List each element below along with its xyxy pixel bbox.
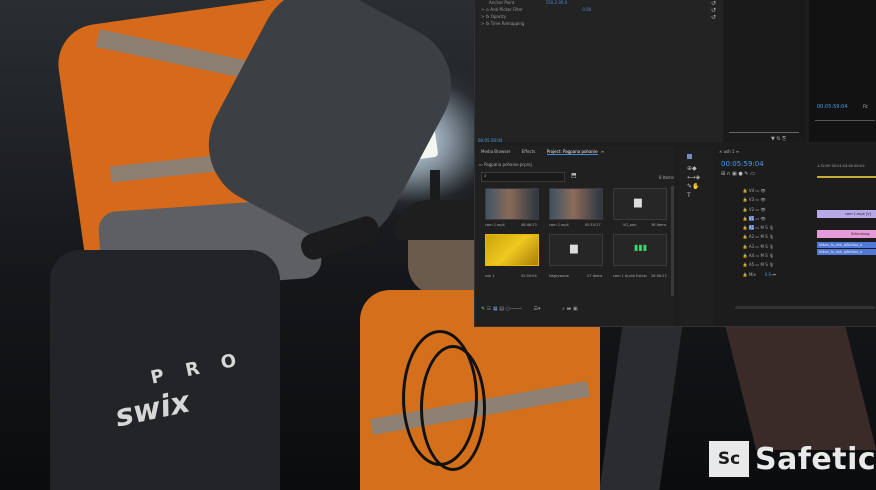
bin-thumbnail[interactable]: ▆ — [613, 188, 667, 220]
ruler-tick: 00:01:04:00 — [831, 164, 853, 168]
item-name: Nagrywane — [549, 274, 569, 278]
panel-menu-icon[interactable]: ≡ — [601, 149, 604, 154]
safetic-logo-mark: Sc — [709, 441, 749, 477]
effect-label: Opacity — [490, 14, 507, 19]
freeform-view-icon[interactable]: ▤ — [499, 306, 504, 312]
ruler-tick: 1:32:00 — [817, 164, 831, 168]
project-folder-path: ▭ Pagpana pohanie.prproj — [479, 162, 532, 167]
effect-controls-panel: Anchor Point 150.2 90.0 > ⊙ Anti-flicker… — [475, 0, 723, 142]
item-count: 8 Items — [659, 175, 675, 180]
tool-icons[interactable]: ⊕◆ ⟷◈ ✎✋ T — [687, 164, 700, 200]
audio-clip[interactable]: Nikon_fx_dxk_bjNirKoo_a — [817, 242, 876, 248]
project-tab-bar: Media Browser Effects Project: Pagpana p… — [481, 149, 604, 155]
ruler-tick: 00:01: — [854, 164, 866, 168]
time-ruler[interactable]: 1:32:00 00:01:04:00 00:01: — [817, 164, 865, 168]
clip-label: Nikon_fx_dxk_bjNirKoo_a — [819, 243, 863, 247]
selection-tool-icon[interactable] — [687, 154, 692, 159]
sort-icon[interactable]: ☰▾ — [534, 306, 541, 312]
delete-icon[interactable]: ▣ — [573, 306, 578, 312]
zoom-slider-icon[interactable]: ○──── — [506, 306, 522, 312]
search-icon: ⌕ — [484, 173, 487, 179]
folder-icon: ▆ — [570, 243, 578, 254]
item-duration: 05:10:27 — [585, 223, 601, 227]
filter-icon[interactable]: ▼ ⇅ ⎘ — [771, 136, 786, 142]
effect-value[interactable]: 150.2 90.0 — [546, 0, 568, 5]
safetic-watermark: Sc Safetic — [709, 441, 876, 477]
folder-icon: ▆ — [634, 197, 642, 208]
fit-dropdown[interactable]: Fit — [863, 104, 868, 109]
clip-label: Schindung — [851, 232, 870, 236]
timeline-tab[interactable]: × ush 1 ≡ — [719, 149, 739, 154]
item-duration: 38 Items — [651, 223, 667, 227]
clip-thumbnail[interactable] — [485, 188, 539, 220]
sequence-thumbnail[interactable] — [485, 234, 539, 266]
timeline-tools[interactable]: ⊞ ∩ ▣ ● ✎ ▭ — [721, 171, 755, 177]
effect-row[interactable]: > ⊙ Anti-flicker Filter 0.00 — [481, 7, 591, 13]
list-view-icon[interactable]: ☷ — [487, 306, 491, 312]
master-volume[interactable]: 0.0 — [765, 272, 771, 277]
icon-view-icon[interactable]: ▦ — [493, 306, 498, 312]
timeline-timecode: 00:05:59:04 — [721, 160, 764, 168]
master-track-label: Mix — [748, 271, 756, 277]
item-duration: 26:56:23 — [651, 274, 667, 278]
track-headers[interactable]: 🔒 V4 ▭ 👁 🔒 V3 ▭ 👁 🔒 V2 ▭ 👁 🔒 V1 ▭ 👁 🔒 A1… — [721, 186, 815, 316]
reset-icon[interactable]: ↺ ↺ ↺ — [711, 0, 716, 21]
video-clip[interactable]: Schindung — [817, 230, 876, 238]
effect-row[interactable]: > fx Opacity — [481, 14, 506, 20]
effect-label: Time Remapping — [490, 21, 525, 26]
tab-project[interactable]: Project: Pagpana pohanie — [546, 149, 598, 155]
program-monitor: 00:05:59:04 Fit — [809, 0, 876, 142]
timeline-panel: × ush 1 ≡ 00:05:59:04 ⊞ ∩ ▣ ● ✎ ▭ 1:32:0… — [715, 146, 876, 326]
playhead-bar[interactable] — [815, 120, 875, 121]
timeline-scrollbar[interactable] — [735, 306, 875, 309]
project-toolbar: ✎ ☷ ▦ ▤ ○──── ☰▾ ⌕ ▬ ▣ — [481, 306, 578, 312]
tab-media-browser[interactable]: Media Browser — [481, 149, 511, 154]
effect-row[interactable]: > fx Time Remapping — [481, 21, 524, 27]
item-name: cam 1 Audio Extrac — [613, 274, 648, 278]
sequence-name: ush 1 — [723, 149, 735, 154]
audio-clip[interactable]: Nikon_fx_dxk_bjNirKoo_a — [817, 249, 876, 255]
project-panel: Media Browser Effects Project: Pagpana p… — [475, 146, 675, 326]
program-timecode: 00:05:59:04 — [817, 104, 848, 110]
effect-row[interactable]: Anchor Point 150.2 90.0 — [489, 0, 567, 6]
tab-effects[interactable]: Effects — [522, 149, 536, 154]
item-name: cam 2.mp4 — [549, 223, 569, 227]
tools-panel: ⊕◆ ⟷◈ ✎✋ T — [679, 146, 713, 326]
item-name: cam 2.mp4 — [485, 223, 505, 227]
pencil-icon[interactable]: ✎ — [481, 306, 485, 312]
folder-label: Pagpana pohanie.prproj — [484, 162, 532, 167]
safetic-logo-text: Safetic — [755, 441, 876, 477]
effect-label: Anchor Point — [489, 0, 515, 5]
new-bin-icon[interactable]: ⬒ — [571, 172, 577, 179]
search-input[interactable]: ⌕ — [481, 172, 565, 182]
waveform-icon: ▮▮▮ — [634, 243, 648, 252]
effect-controls-timecode: 00:05:59:04 — [478, 138, 503, 143]
clip-label: Nikon_fx_dxk_bjNirKoo_a — [819, 250, 863, 254]
item-duration: 48:46:23 — [521, 223, 537, 227]
cable-coil — [420, 345, 486, 471]
video-clip[interactable]: cam 1.mp4 [V] — [817, 210, 876, 218]
clip-label: cam 1.mp4 [V] — [845, 212, 872, 216]
bin-thumbnail[interactable]: ▆ — [549, 234, 603, 266]
item-duration: 27 Items — [587, 274, 603, 278]
work-area-bar[interactable] — [817, 176, 876, 178]
new-item-icon[interactable]: ▬ — [567, 306, 572, 312]
project-scrollbar[interactable] — [671, 186, 674, 296]
zoom-slider[interactable] — [729, 132, 799, 133]
find-icon[interactable]: ⌕ — [562, 306, 565, 312]
item-name: ush 1 — [485, 274, 495, 278]
keyframe-area: ▼ ⇅ ⎘ — [725, 0, 805, 142]
item-name: VO_pan — [623, 223, 637, 227]
premiere-window: Anchor Point 150.2 90.0 > ⊙ Anti-flicker… — [474, 0, 876, 327]
effect-label: Anti-flicker Filter — [490, 7, 523, 12]
audio-thumbnail[interactable]: ▮▮▮ — [613, 234, 667, 266]
effect-value[interactable]: 0.00 — [582, 7, 591, 12]
clip-thumbnail[interactable] — [549, 188, 603, 220]
item-duration: 05:59:04 — [521, 274, 537, 278]
